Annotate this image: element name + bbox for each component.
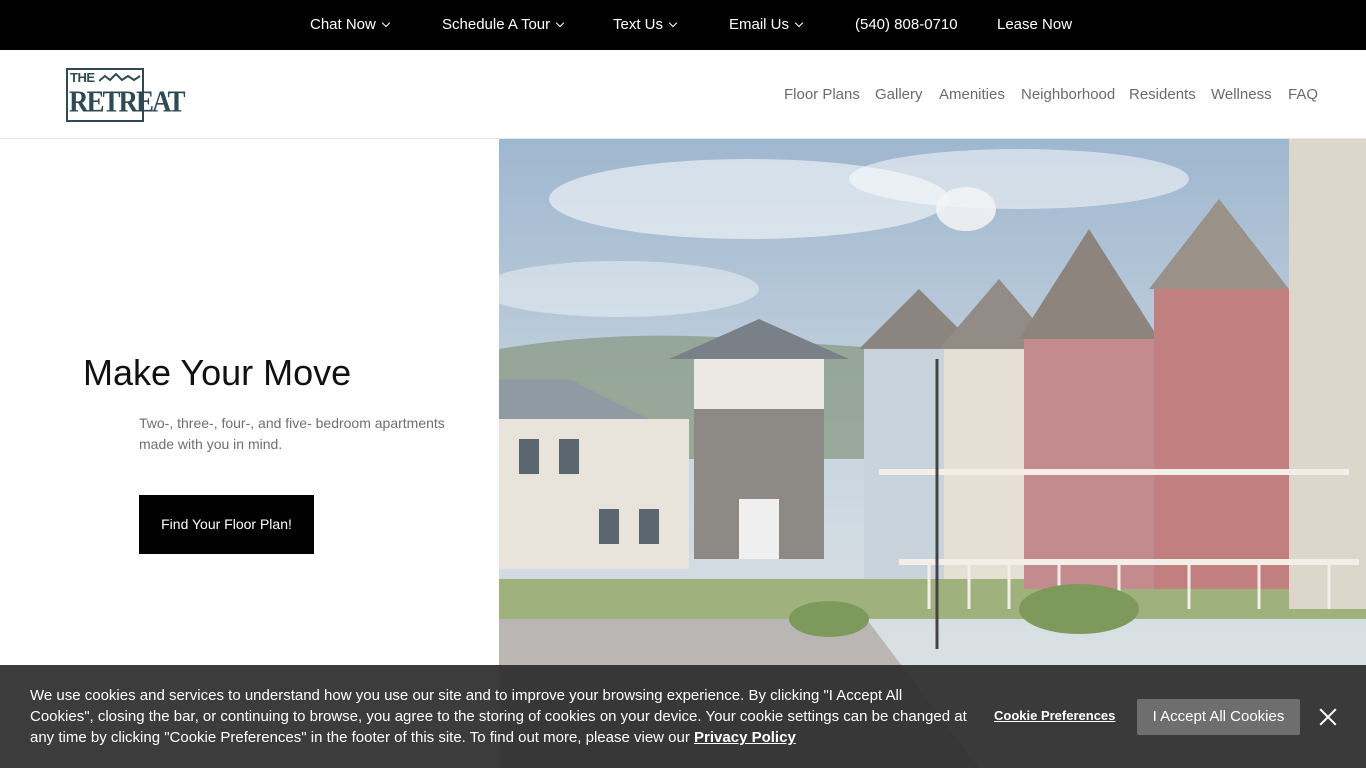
schedule-tour-label: Schedule A Tour [442, 16, 551, 33]
cookie-consent-bar: We use cookies and services to understan… [0, 665, 1366, 768]
chevron-down-icon [555, 18, 565, 28]
privacy-policy-link[interactable]: Privacy Policy [694, 729, 796, 746]
nav-faq[interactable]: FAQ [1288, 86, 1318, 104]
chat-now-dropdown[interactable]: Chat Now [310, 0, 391, 50]
nav-wellness[interactable]: Wellness [1211, 86, 1272, 104]
retreat-logo[interactable]: THE RETREAT [66, 68, 186, 122]
lease-now-link[interactable]: Lease Now [997, 0, 1072, 50]
chevron-down-icon [668, 18, 678, 28]
accept-all-cookies-button[interactable]: I Accept All Cookies [1137, 699, 1300, 735]
cookie-preferences-link[interactable]: Cookie Preferences [994, 708, 1115, 723]
nav-neighborhood[interactable]: Neighborhood [1021, 86, 1115, 104]
logo-the-text: THE [70, 70, 95, 85]
nav-floor-plans[interactable]: Floor Plans [784, 86, 860, 104]
chevron-down-icon [381, 18, 391, 28]
cookie-message-text: We use cookies and services to understan… [30, 687, 967, 746]
nav-gallery[interactable]: Gallery [875, 86, 923, 104]
text-us-dropdown[interactable]: Text Us [613, 0, 678, 50]
mountain-icon [99, 73, 141, 82]
schedule-tour-dropdown[interactable]: Schedule A Tour [442, 0, 565, 50]
hero-subtitle: Two-, three-, four-, and five- bedroom a… [139, 415, 445, 452]
top-utility-bar: Chat Now Schedule A Tour Text Us Email U… [0, 0, 1366, 50]
close-icon[interactable] [1318, 707, 1338, 727]
find-floor-plan-button[interactable]: Find Your Floor Plan! [139, 495, 314, 554]
phone-link[interactable]: (540) 808-0710 [855, 0, 958, 50]
cookie-message: We use cookies and services to understan… [30, 685, 970, 748]
logo-retreat-text: RETREAT [69, 84, 186, 119]
email-us-label: Email Us [729, 16, 790, 33]
email-us-dropdown[interactable]: Email Us [729, 0, 804, 50]
chat-now-label: Chat Now [310, 16, 376, 33]
chevron-down-icon [794, 18, 804, 28]
nav-amenities[interactable]: Amenities [939, 86, 1005, 104]
text-us-label: Text Us [613, 16, 664, 33]
nav-residents[interactable]: Residents [1129, 86, 1196, 104]
hero-title: Make Your Move [83, 352, 352, 393]
